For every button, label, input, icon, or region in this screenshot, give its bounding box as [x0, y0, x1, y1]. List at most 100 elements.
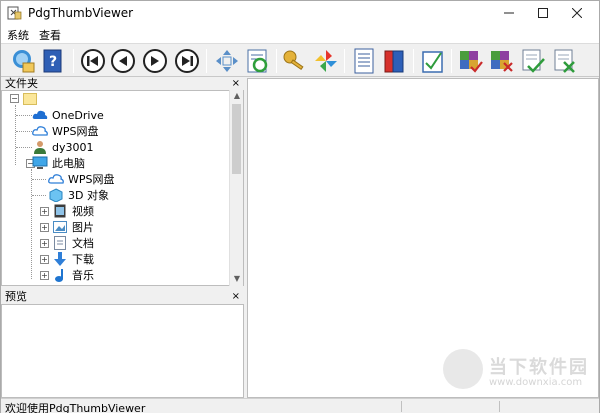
- preview-pane-close-icon[interactable]: ×: [232, 290, 240, 304]
- folder-pane-header: 文件夹 ×: [1, 77, 244, 91]
- maximize-button[interactable]: [525, 1, 561, 25]
- tree-expand-toggle[interactable]: +: [40, 239, 49, 248]
- books-button[interactable]: [381, 47, 409, 75]
- cloud-outline-icon: [48, 172, 64, 186]
- sheet-check-button[interactable]: [519, 47, 547, 75]
- puzzle-check-button[interactable]: [457, 47, 485, 75]
- tree-guide-line: [31, 169, 32, 279]
- status-panel-divider: [401, 401, 402, 412]
- tree-expand-toggle[interactable]: +: [40, 271, 49, 280]
- tree-item-label: 图片: [72, 221, 94, 234]
- tree-collapse-toggle[interactable]: −: [10, 94, 19, 103]
- move-button[interactable]: [213, 47, 241, 75]
- scroll-down-icon[interactable]: ▼: [230, 273, 244, 285]
- download-icon: [52, 252, 68, 266]
- menu-view[interactable]: 查看: [39, 27, 61, 43]
- first-page-icon: [81, 49, 105, 73]
- search-folder-button[interactable]: [9, 47, 37, 75]
- toolbar-separator: [451, 49, 452, 73]
- app-icon: [7, 6, 22, 20]
- tree-guide-line: [32, 195, 46, 196]
- tree-expand-toggle[interactable]: +: [40, 255, 49, 264]
- next-page-icon: [143, 49, 167, 73]
- tree-item-videos[interactable]: 视频: [52, 203, 94, 219]
- help-button[interactable]: ?: [39, 47, 67, 75]
- tree-item-label: WPS网盘: [52, 125, 99, 138]
- tree-item-label: 此电脑: [52, 157, 85, 170]
- check-chart-icon: [422, 51, 443, 73]
- tree-item-label: 音乐: [72, 269, 94, 282]
- sheet-cross-button[interactable]: [551, 47, 579, 75]
- tree-item-user[interactable]: dy3001: [32, 139, 94, 155]
- tree-item-music[interactable]: 音乐: [52, 267, 94, 283]
- tree-item-documents[interactable]: 文档: [52, 235, 94, 251]
- tree-item-pictures[interactable]: 图片: [52, 219, 94, 235]
- preview-pane-title: 预览: [5, 290, 27, 303]
- tree-item-label: OneDrive: [52, 108, 104, 122]
- puzzle-cross-icon: [491, 51, 513, 72]
- last-page-button[interactable]: [173, 47, 201, 75]
- tree-item-label: 3D 对象: [68, 189, 109, 202]
- tree-item-wps-cloud[interactable]: WPS网盘: [32, 123, 99, 139]
- tree-item-wps-cloud-pc[interactable]: WPS网盘: [48, 171, 115, 187]
- sheet-cross-icon: [554, 49, 575, 73]
- tree-scrollbar[interactable]: ▲ ▼: [229, 90, 243, 286]
- maximize-icon: [538, 8, 548, 18]
- thumbnail-view[interactable]: [247, 78, 599, 398]
- tree-item-onedrive[interactable]: OneDrive: [32, 107, 104, 123]
- tree-item-label: dy3001: [52, 140, 94, 154]
- search-folder-icon: [13, 50, 35, 73]
- menu-system[interactable]: 系统: [7, 27, 29, 43]
- video-icon: [52, 204, 68, 218]
- scroll-thumb[interactable]: [232, 104, 241, 174]
- tree-item-root[interactable]: [22, 91, 42, 107]
- tree-item-downloads[interactable]: 下载: [52, 251, 94, 267]
- toolbar-separator: [276, 49, 277, 73]
- key-button[interactable]: [281, 47, 309, 75]
- tree-expand-toggle[interactable]: +: [40, 207, 49, 216]
- picture-icon: [52, 220, 68, 234]
- books-icon: [384, 50, 404, 73]
- document-icon: [354, 48, 374, 74]
- sheet-check-icon: [522, 49, 545, 73]
- tree-guide-line: [16, 115, 32, 116]
- last-page-icon: [175, 49, 199, 73]
- puzzle-cross-button[interactable]: [488, 47, 516, 75]
- tree-guide-line: [15, 105, 16, 165]
- preview-pane-header: 预览 ×: [1, 290, 244, 304]
- tree-expand-toggle[interactable]: +: [40, 223, 49, 232]
- first-page-button[interactable]: [79, 47, 107, 75]
- previous-page-button[interactable]: [109, 47, 137, 75]
- user-icon: [32, 140, 48, 154]
- tree-item-label: 文档: [72, 237, 94, 250]
- tree-item-label: 下载: [72, 253, 94, 266]
- refresh-sheet-icon: [247, 49, 268, 73]
- refresh-button[interactable]: [244, 47, 272, 75]
- tree-guide-line: [16, 131, 32, 132]
- check-chart-button[interactable]: [419, 47, 447, 75]
- previous-page-icon: [111, 49, 135, 73]
- folder-pane-close-icon[interactable]: ×: [232, 77, 240, 91]
- cube-icon: [48, 188, 64, 202]
- close-button[interactable]: [559, 1, 595, 25]
- pinwheel-button[interactable]: [312, 47, 340, 75]
- title-bar: PdgThumbViewer: [1, 1, 599, 25]
- scroll-up-icon[interactable]: ▲: [230, 90, 244, 102]
- window-title: PdgThumbViewer: [28, 6, 134, 20]
- app-window: PdgThumbViewer 系统 查看 ? 文件夹 × − − + + + +…: [0, 0, 600, 413]
- tree-item-3d-objects[interactable]: 3D 对象: [48, 187, 109, 203]
- menu-bar: 系统 查看: [1, 25, 599, 43]
- minimize-icon: [504, 12, 514, 14]
- preview-pane: [1, 304, 244, 398]
- tree-guide-line: [32, 179, 46, 180]
- toolbar-separator: [73, 49, 74, 73]
- pinwheel-icon: [315, 50, 337, 72]
- key-icon: [283, 50, 304, 71]
- toolbar-separator: [344, 49, 345, 73]
- minimize-button[interactable]: [491, 1, 527, 25]
- folder-tree[interactable]: − − + + + + + OneDrive WPS网盘 dy3001 此电脑 …: [1, 90, 244, 286]
- tree-item-this-pc[interactable]: 此电脑: [32, 155, 85, 171]
- close-icon: [572, 8, 582, 18]
- document-button[interactable]: [350, 47, 378, 75]
- next-page-button[interactable]: [141, 47, 169, 75]
